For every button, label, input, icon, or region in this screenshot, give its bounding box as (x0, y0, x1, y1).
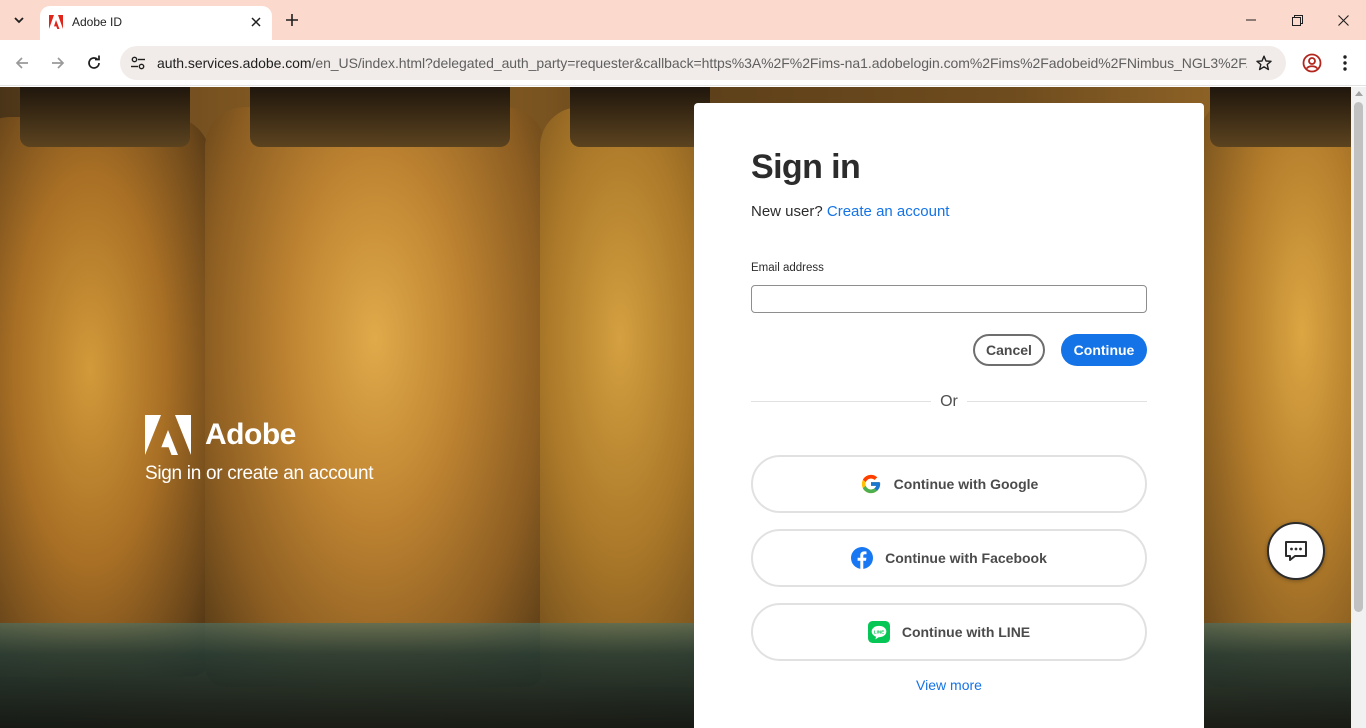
line-signin-label: Continue with LINE (901, 624, 1031, 640)
arrow-left-icon (15, 57, 28, 69)
adobe-logo: Adobe (145, 415, 373, 455)
page-scrollbar[interactable] (1351, 87, 1366, 728)
facebook-icon (851, 547, 874, 569)
url-path: /en_US/index.html?delegated_auth_party=r… (311, 55, 1248, 71)
google-signin-button[interactable]: Continue with Google (751, 455, 1147, 513)
plus-icon (286, 14, 298, 26)
browser-menu-button[interactable] (1334, 52, 1356, 74)
address-bar[interactable]: auth.services.adobe.com/en_US/index.html… (120, 46, 1286, 80)
jar-lid-decoration (570, 87, 710, 147)
tab-title: Adobe ID (72, 15, 123, 29)
minimize-icon (1246, 19, 1256, 21)
minimize-button[interactable] (1228, 0, 1274, 40)
restore-button[interactable] (1274, 0, 1320, 40)
line-icon: LINE (867, 621, 890, 643)
view-more-link[interactable]: View more (694, 677, 1204, 693)
restore-icon (1291, 14, 1303, 26)
chat-icon (1285, 541, 1307, 561)
close-window-button[interactable] (1320, 0, 1366, 40)
create-account-link[interactable]: Create an account (827, 203, 950, 220)
cancel-button[interactable]: Cancel (973, 334, 1045, 366)
tab-search-button[interactable] (6, 7, 32, 33)
tab-strip: Adobe ID (0, 0, 1366, 40)
facebook-signin-label: Continue with Facebook (885, 550, 1047, 566)
continue-button[interactable]: Continue (1061, 334, 1147, 366)
brand-name: Adobe (205, 418, 296, 451)
close-icon (251, 17, 261, 27)
scroll-up-arrow-icon[interactable] (1355, 91, 1363, 96)
bookmark-button[interactable] (1254, 53, 1274, 73)
or-separator: Or (940, 393, 958, 410)
reload-icon (88, 55, 100, 69)
jar-lid-decoration (250, 87, 510, 147)
jar-decoration (205, 107, 545, 687)
account-icon (1302, 53, 1322, 73)
google-icon (860, 473, 882, 495)
tune-icon (131, 56, 145, 70)
jar-lid-decoration (1210, 87, 1351, 147)
adobe-favicon-icon (49, 15, 63, 29)
more-vert-icon (1343, 55, 1347, 71)
url-host: auth.services.adobe.com (157, 55, 312, 71)
page-title: Sign in (751, 148, 861, 186)
chat-help-button[interactable] (1267, 522, 1325, 580)
jar-lid-decoration (20, 87, 190, 147)
new-tab-button[interactable] (280, 8, 304, 32)
email-field[interactable] (751, 285, 1147, 313)
divider-right (967, 401, 1147, 402)
brand-block: Adobe Sign in or create an account (145, 415, 374, 485)
page-content: Adobe Sign in or create an account Sign … (0, 87, 1351, 728)
url-text: auth.services.adobe.com/en_US/index.html… (157, 55, 1247, 71)
new-user-row: New user? Create an account (751, 203, 949, 220)
arrow-right-icon (52, 57, 65, 69)
site-info-button[interactable] (128, 53, 148, 73)
reload-button[interactable] (81, 50, 107, 76)
forward-button[interactable] (45, 50, 71, 76)
active-tab[interactable]: Adobe ID (40, 6, 272, 40)
chevron-down-icon (14, 17, 24, 24)
tab-close-button[interactable] (246, 12, 266, 32)
jar-decoration (0, 117, 210, 677)
close-icon (1337, 14, 1349, 26)
back-button[interactable] (9, 50, 35, 76)
adobe-logo-icon (145, 415, 191, 455)
google-signin-label: Continue with Google (893, 476, 1039, 492)
divider-left (751, 401, 931, 402)
email-label: Email address (751, 262, 824, 274)
browser-toolbar: auth.services.adobe.com/en_US/index.html… (0, 40, 1366, 86)
svg-text:LINE: LINE (874, 629, 884, 634)
jar-decoration (1200, 97, 1351, 687)
profile-button[interactable] (1301, 52, 1323, 74)
star-icon (1256, 55, 1272, 71)
line-signin-button[interactable]: LINE Continue with LINE (751, 603, 1147, 661)
brand-tagline: Sign in or create an account (145, 463, 374, 484)
new-user-text: New user? (751, 203, 823, 220)
signin-card: Sign in New user? Create an account Emai… (694, 103, 1204, 728)
facebook-signin-button[interactable]: Continue with Facebook (751, 529, 1147, 587)
scroll-thumb[interactable] (1354, 102, 1363, 612)
